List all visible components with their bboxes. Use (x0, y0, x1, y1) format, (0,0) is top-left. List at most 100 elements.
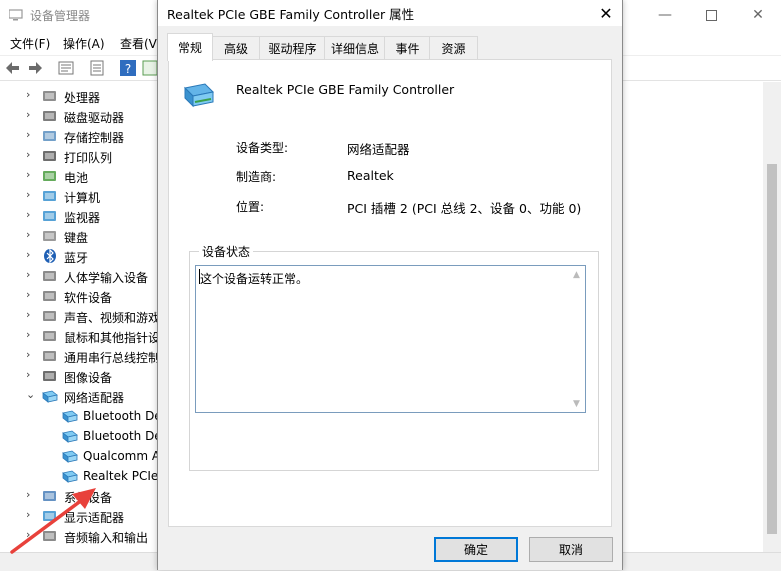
chevron-right-icon[interactable]: › (26, 368, 38, 384)
device-status-textbox[interactable]: 这个设备运转正常。 ▲ ▼ (195, 265, 586, 413)
device-status-label: 设备状态 (199, 243, 254, 260)
tree-item-label: 系统设备 (64, 491, 113, 505)
forward-arrow-icon[interactable] (27, 60, 43, 76)
chevron-right-icon[interactable]: › (26, 128, 38, 144)
dialog-title: Realtek PCIe GBE Family Controller 属性 (167, 7, 415, 22)
tree-item-label: 音频输入和输出 (64, 531, 149, 545)
close-icon: ✕ (599, 3, 613, 23)
tab-events[interactable]: 事件 (384, 36, 431, 59)
scan-hardware-icon[interactable] (142, 60, 158, 76)
chevron-down-icon[interactable]: ⌄ (26, 388, 38, 404)
properties-dialog: Realtek PCIe GBE Family Controller 属性 ✕ … (157, 0, 623, 570)
audio-io-icon (43, 531, 56, 541)
status-textbox-scrollbar[interactable]: ▲ ▼ (568, 266, 585, 412)
general-tab-panel: Realtek PCIe GBE Family Controller 设备类型:… (168, 59, 612, 527)
manufacturer-value: Realtek (347, 168, 394, 183)
svg-text:?: ? (125, 62, 131, 76)
tree-item-label: 图像设备 (64, 371, 113, 385)
chevron-right-icon[interactable]: › (26, 108, 38, 124)
scrollbar-thumb[interactable] (767, 164, 777, 534)
tab-advanced[interactable]: 高级 (211, 36, 261, 59)
tree-item-label: 存储控制器 (64, 131, 125, 145)
device-name: Realtek PCIe GBE Family Controller (236, 82, 455, 97)
back-arrow-icon[interactable] (5, 60, 21, 76)
cancel-button[interactable]: 取消 (529, 537, 613, 562)
menu-file[interactable]: 文件(F) (10, 35, 50, 52)
network-adapter-icon (183, 83, 215, 108)
location-label: 位置: (236, 200, 265, 214)
chevron-right-icon[interactable]: › (26, 228, 38, 244)
chevron-right-icon[interactable]: › (26, 348, 38, 364)
tree-item-label: Realtek PCIe (83, 469, 159, 483)
mouse-icon (43, 331, 56, 341)
tree-item-label: 显示适配器 (64, 511, 125, 525)
network-adapter-icon (62, 470, 78, 483)
network-adapter-icon (62, 410, 78, 423)
tree-item-label: 打印队列 (64, 151, 113, 165)
tab-driver[interactable]: 驱动程序 (259, 36, 326, 59)
maximize-button[interactable] (688, 0, 734, 30)
tab-details[interactable]: 详细信息 (324, 36, 386, 59)
list-view-icon[interactable] (89, 60, 105, 76)
usb-icon (43, 351, 56, 361)
tab-general[interactable]: 常规 (167, 33, 213, 61)
properties-sheet-icon[interactable] (58, 60, 74, 76)
chevron-right-icon[interactable]: › (26, 188, 38, 204)
camera-icon (43, 371, 56, 381)
processor-icon (43, 91, 56, 101)
printer-icon (43, 151, 56, 161)
tree-item-label: 电池 (64, 171, 89, 185)
tree-item-label: 软件设备 (64, 291, 113, 305)
device-manager-title: 设备管理器 (30, 9, 91, 23)
chevron-right-icon[interactable]: › (26, 488, 38, 504)
display-adapter-icon (43, 511, 56, 521)
maximize-icon (705, 9, 717, 21)
tree-item-label: 人体学输入设备 (64, 271, 149, 285)
tree-item-label: 声音、视频和游戏 (64, 311, 161, 325)
chevron-right-icon[interactable]: › (26, 528, 38, 544)
manufacturer-label: 制造商: (236, 170, 277, 184)
software-device-icon (43, 291, 56, 301)
device-tree-scrollbar[interactable] (763, 82, 781, 552)
network-adapter-icon (42, 390, 58, 403)
menu-action[interactable]: 操作(A) (63, 35, 105, 52)
chevron-right-icon[interactable]: › (26, 268, 38, 284)
computer-icon (43, 191, 56, 201)
tab-resources[interactable]: 资源 (429, 36, 478, 59)
tree-item-label: 鼠标和其他指针设 (64, 331, 161, 345)
chevron-right-icon[interactable]: › (26, 288, 38, 304)
dialog-close-button[interactable]: ✕ (590, 0, 622, 26)
close-icon: ✕ (752, 7, 764, 23)
chevron-right-icon[interactable]: › (26, 328, 38, 344)
scroll-up-icon[interactable]: ▲ (568, 266, 585, 283)
chevron-right-icon[interactable]: › (26, 508, 38, 524)
bluetooth-icon (44, 249, 56, 263)
device-type-label: 设备类型: (236, 141, 289, 155)
chevron-right-icon[interactable]: › (26, 168, 38, 184)
device-type-value: 网络适配器 (347, 142, 410, 157)
monitor-icon (43, 211, 56, 221)
storage-controller-icon (43, 131, 56, 141)
tree-item-label: Bluetooth De (83, 429, 162, 443)
ok-button[interactable]: 确定 (434, 537, 518, 562)
chevron-right-icon[interactable]: › (26, 88, 38, 104)
tree-item-label: 通用串行总线控制 (64, 351, 161, 365)
tree-item-label: 蓝牙 (64, 251, 89, 265)
tree-item-label: Qualcomm A (83, 449, 161, 463)
network-adapter-icon (62, 430, 78, 443)
minimize-button[interactable]: — (642, 0, 688, 30)
menu-view[interactable]: 查看(V) (120, 35, 162, 52)
battery-icon (43, 171, 56, 181)
chevron-right-icon[interactable]: › (26, 248, 38, 264)
tree-item-label: 计算机 (64, 191, 101, 205)
chevron-right-icon[interactable]: › (26, 148, 38, 164)
device-tree: › 处理器 › 磁盘驱动器 › 存储控制器 › 打印队列 › 电池 › 计算机 › 监视器 › 键盘 › 蓝牙 › 人… (0, 82, 162, 552)
chevron-right-icon[interactable]: › (26, 208, 38, 224)
scroll-down-icon[interactable]: ▼ (568, 395, 585, 412)
network-adapter-icon (62, 450, 78, 463)
close-button[interactable]: ✕ (735, 0, 781, 30)
chevron-right-icon[interactable]: › (26, 308, 38, 324)
location-value: PCI 插槽 2 (PCI 总线 2、设备 0、功能 0) (347, 201, 582, 216)
help-icon[interactable]: ? (120, 60, 136, 76)
minimize-icon: — (658, 7, 672, 23)
